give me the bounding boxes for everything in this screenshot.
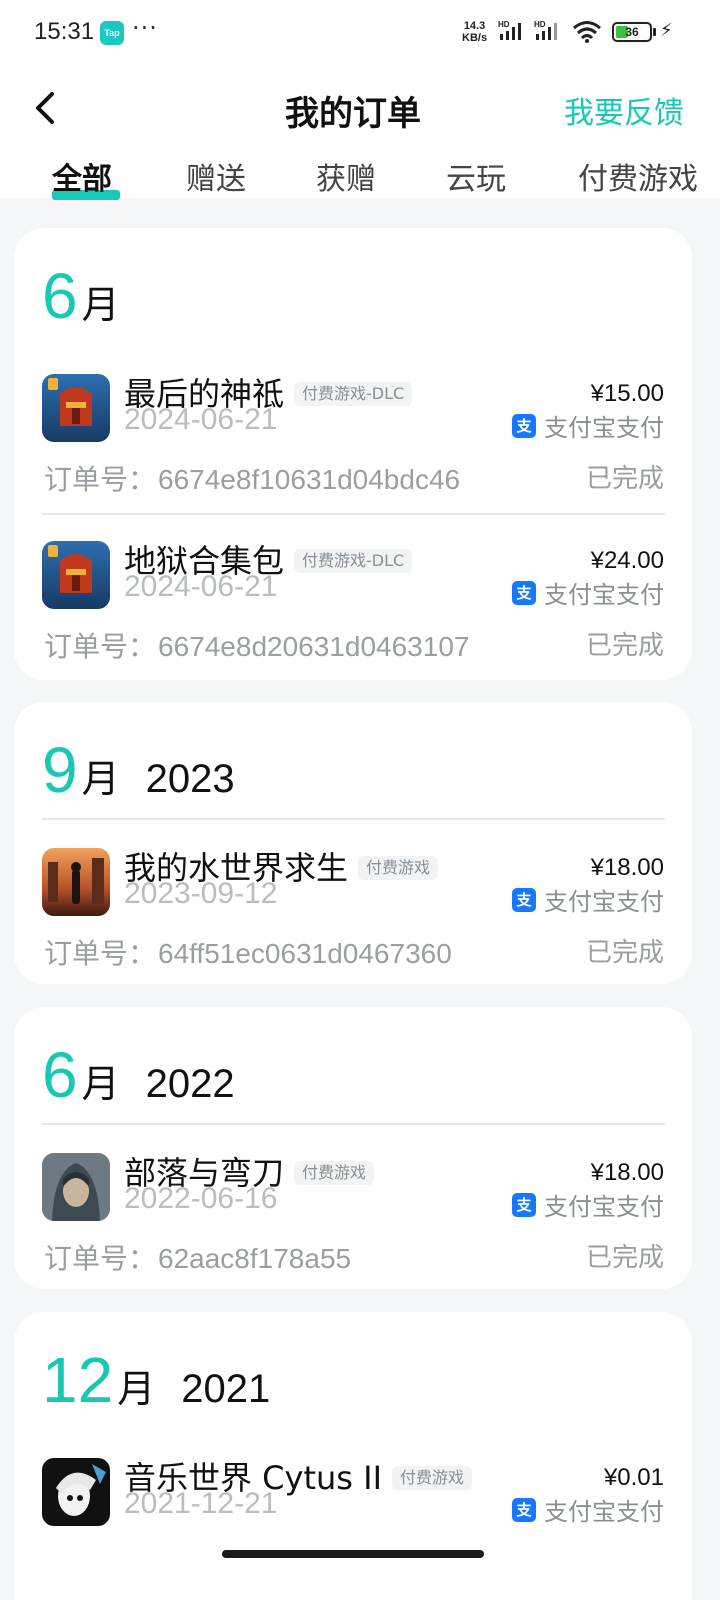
month-number: 12 <box>42 1344 114 1416</box>
order-date: 2022-06-16 <box>124 1182 278 1215</box>
year-label: 2023 <box>145 757 235 801</box>
order-item[interactable]: 部落与弯刀 付费游戏 2022-06-16 ¥18.00 支支付宝支付 订单号：6… <box>14 1153 692 1283</box>
alipay-icon: 支 <box>512 887 536 912</box>
divider <box>42 818 665 820</box>
alipay-icon: 支 <box>512 413 536 438</box>
status-bar: 15:31 Tap ··· 14.3 KB/s HD HD 36 ⚡ <box>0 0 720 64</box>
divider <box>42 1123 665 1125</box>
home-indicator[interactable] <box>222 1550 484 1558</box>
game-tag: 付费游戏-DLC <box>294 382 413 406</box>
payment-method: 支支付宝支付 <box>512 1492 664 1527</box>
signal-icon-2: HD <box>534 20 557 40</box>
game-tag: 付费游戏 <box>294 1161 375 1185</box>
order-price: ¥18.00 <box>590 854 664 881</box>
tab-gift[interactable]: 赠送 <box>186 154 246 198</box>
order-date: 2024-06-21 <box>124 403 278 436</box>
order-status: 已完成 <box>585 1243 664 1273</box>
order-number: 订单号：62aac8f178a55 <box>44 1242 352 1275</box>
order-number: 订单号：6674e8f10631d04bdc46 <box>44 463 461 496</box>
month-header: 9 月 2023 <box>42 738 235 803</box>
order-price: ¥0.01 <box>603 1464 664 1491</box>
month-label: 月 <box>81 283 120 327</box>
order-date: 2021-12-21 <box>124 1487 278 1520</box>
game-icon <box>42 1153 110 1221</box>
svg-text:HD: HD <box>498 20 510 29</box>
month-number: 9 <box>42 734 78 806</box>
alipay-icon: 支 <box>512 580 536 605</box>
payment-method: 支支付宝支付 <box>512 575 664 610</box>
order-date: 2024-06-21 <box>124 570 278 603</box>
svg-text:HD: HD <box>534 20 546 29</box>
game-icon <box>42 541 110 609</box>
divider <box>42 513 665 515</box>
month-label: 月 <box>81 757 120 801</box>
month-number: 6 <box>42 260 78 332</box>
feedback-button[interactable]: 我要反馈 <box>564 88 684 132</box>
order-number: 订单号：6674e8d20631d0463107 <box>44 630 470 663</box>
month-number: 6 <box>42 1039 78 1111</box>
order-item[interactable]: 最后的神祗 付费游戏-DLC 2024-06-21 ¥15.00 支支付宝支付 订… <box>14 374 692 504</box>
month-label: 月 <box>81 1062 120 1106</box>
month-group-card: 9 月 2023 我的水世界求生 付费游戏 2023-09-12 ¥18.00 支… <box>14 702 692 984</box>
charging-icon: ⚡ <box>660 20 673 41</box>
order-price: ¥24.00 <box>590 547 664 574</box>
order-price: ¥15.00 <box>590 380 664 407</box>
month-group-card: 6 月 最后的神祗 付费游戏-DLC 2024-06-21 ¥15.00 支支付宝… <box>14 228 692 680</box>
order-status: 已完成 <box>585 464 664 494</box>
order-price: ¥18.00 <box>590 1159 664 1186</box>
clock: 15:31 <box>34 18 95 45</box>
wifi-icon <box>573 21 601 43</box>
order-status: 已完成 <box>585 631 664 661</box>
month-header: 6 月 2022 <box>42 1043 235 1108</box>
order-item[interactable]: 地狱合集包 付费游戏-DLC 2024-06-21 ¥24.00 支支付宝支付 订… <box>14 541 692 671</box>
game-tag: 付费游戏-DLC <box>294 549 413 573</box>
payment-method: 支支付宝支付 <box>512 408 664 443</box>
payment-method: 支支付宝支付 <box>512 1187 664 1222</box>
order-item[interactable]: 音乐世界 Cytus II 付费游戏 2021-12-21 ¥0.01 支支付宝支… <box>14 1458 692 1588</box>
network-speed: 14.3 KB/s <box>462 20 488 44</box>
game-tag: 付费游戏 <box>358 856 439 880</box>
month-label: 月 <box>117 1367 156 1411</box>
taptap-notification-icon: Tap <box>100 21 124 45</box>
tab-paid-games[interactable]: 付费游戏 <box>578 154 698 198</box>
signal-icon: HD <box>498 20 521 40</box>
payment-method: 支支付宝支付 <box>512 882 664 917</box>
game-icon <box>42 1458 110 1526</box>
order-tabs: 全部 赠送 获赠 云玩 付费游戏 <box>0 154 720 200</box>
year-label: 2021 <box>181 1367 271 1411</box>
game-tag: 付费游戏 <box>392 1466 473 1490</box>
month-header: 6 月 <box>42 264 120 329</box>
month-header: 12 月 2021 <box>42 1348 270 1413</box>
tab-all[interactable]: 全部 <box>52 154 112 198</box>
order-number: 订单号：64ff51ec0631d0467360 <box>44 937 452 970</box>
game-icon <box>42 374 110 442</box>
order-item[interactable]: 我的水世界求生 付费游戏 2023-09-12 ¥18.00 支支付宝支付 订单号… <box>14 848 692 978</box>
tab-received[interactable]: 获赠 <box>316 154 376 198</box>
year-label: 2022 <box>145 1062 235 1106</box>
alipay-icon: 支 <box>512 1192 536 1217</box>
alipay-icon: 支 <box>512 1497 536 1522</box>
tab-cloud-play[interactable]: 云玩 <box>446 154 506 198</box>
game-icon <box>42 848 110 916</box>
more-notifications-icon: ··· <box>132 14 158 42</box>
battery-icon: 36 <box>612 22 656 42</box>
order-status: 已完成 <box>585 938 664 968</box>
order-date: 2023-09-12 <box>124 877 278 910</box>
month-group-card: 6 月 2022 部落与弯刀 付费游戏 2022-06-16 ¥18.00 支支付… <box>14 1007 692 1289</box>
